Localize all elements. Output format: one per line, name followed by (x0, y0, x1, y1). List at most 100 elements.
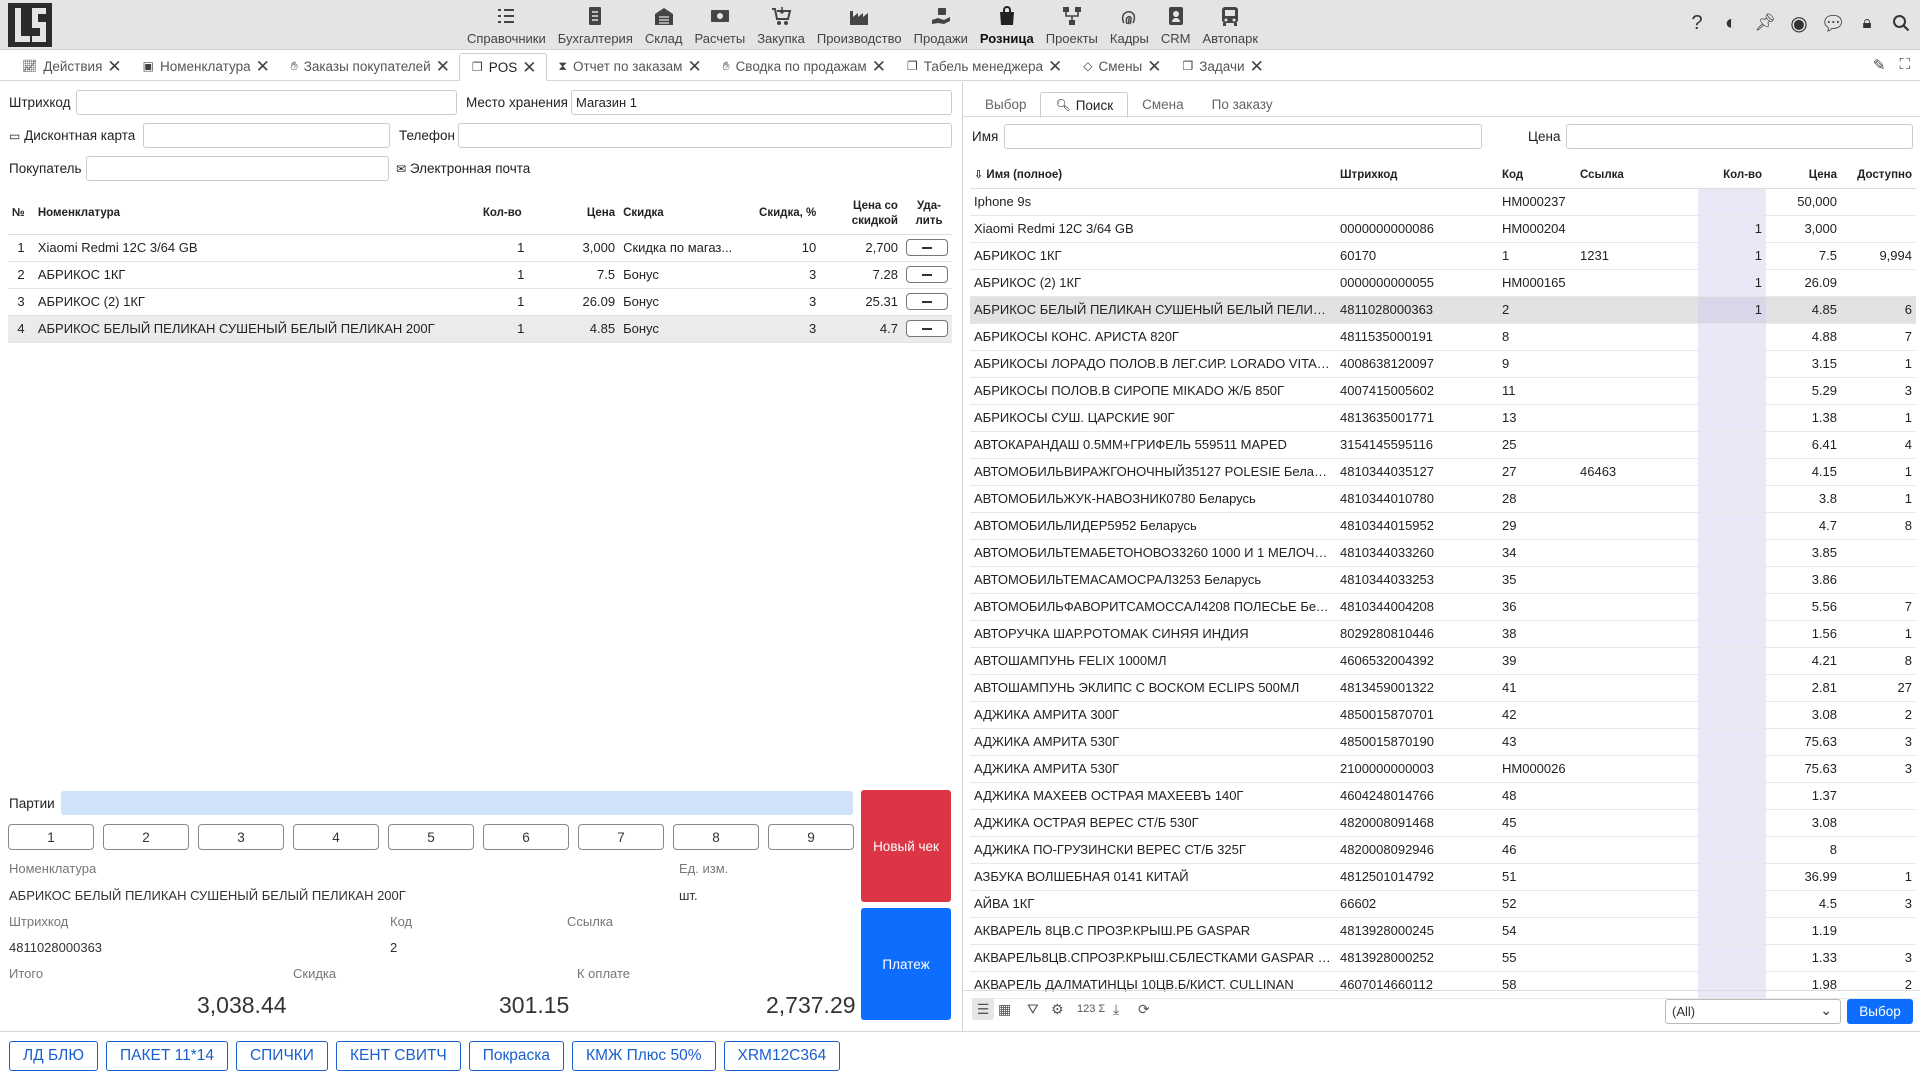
close-icon[interactable]: ✕ (1048, 58, 1062, 75)
nav-item-12[interactable]: Автопарк (1196, 0, 1264, 50)
catalog-col-barcode[interactable]: Штрихкод (1336, 162, 1498, 189)
quick-button-1[interactable]: ЛД БЛЮ (9, 1041, 98, 1071)
catalog-row[interactable]: АБРИКОСЫ СУШ. ЦАРСКИЕ 90Г 4813635001771 13… (970, 404, 1916, 432)
catalog-row[interactable]: АДЖИКА МАХЕЕВ ОСТРАЯ МАХЕЕВЪ 140Г 4604248… (970, 782, 1916, 810)
quick-button-6[interactable]: КМЖ Плюс 50% (572, 1041, 716, 1071)
quick-button-2[interactable]: ПАКЕТ 11*14 (105, 1041, 228, 1071)
storage-input[interactable]: Магазин 1 (571, 90, 952, 115)
catalog-col-available[interactable]: Доступно (1841, 162, 1916, 189)
catalog-row[interactable]: АКВАРЕЛЬ8ЦВ.СПРОЗР.КРЫШ.СБЛЕСТКАМИ GASPA… (970, 944, 1916, 972)
filter-select[interactable]: (All) ⌄ (1665, 999, 1841, 1024)
catalog-row[interactable]: АВТОМОБИЛЬФАВОРИТСАМОССАЛ4208 ПОЛЕСЬЕ Бе… (970, 593, 1916, 621)
close-icon[interactable]: ✕ (1147, 58, 1161, 75)
new-check-button[interactable]: Новый чек (861, 790, 951, 902)
tab-7[interactable]: ❐ Табель менеджера ✕ (895, 52, 1071, 80)
quick-button-3[interactable]: СПИЧКИ (235, 1041, 328, 1071)
numpad-button-6[interactable]: 6 (483, 824, 569, 850)
nav-item-10[interactable]: Кадры (1104, 0, 1155, 50)
numpad-button-1[interactable]: 1 (8, 824, 94, 850)
refresh-icon[interactable]: ⟳ (1138, 1001, 1150, 1018)
tab-2[interactable]: ▣ Номенклатура ✕ (131, 52, 279, 80)
nav-item-7[interactable]: Продажи (908, 0, 974, 50)
close-icon[interactable]: ✕ (687, 58, 701, 75)
nav-item-1[interactable]: Справочники (461, 0, 552, 50)
nav-item-6[interactable]: Производство (811, 0, 908, 50)
catalog-col-qty[interactable]: Кол-во (1698, 162, 1766, 189)
catalog-row[interactable]: АВТОШАМПУНЬ ЭКЛИПС С ВОСКОМ ECLIPS 500МЛ… (970, 674, 1916, 702)
help-icon[interactable]: ? (1686, 12, 1708, 34)
col-qty[interactable]: Кол-во (478, 194, 529, 235)
catalog-col-price[interactable]: Цена (1766, 162, 1841, 189)
catalog-row[interactable]: Xiaomi Redmi 12C 3/64 GB 0000000000086 HM0… (970, 215, 1916, 243)
catalog-row[interactable]: АБРИКОСЫ ПОЛОВ.В СИРОПЕ MIKADO Ж/Б 850Г 4… (970, 377, 1916, 405)
catalog-col-name[interactable]: ⇩ Имя (полное) (970, 162, 1336, 189)
col-discount-pct[interactable]: Скидка, % (750, 194, 821, 235)
catalog-col-code[interactable]: Код (1498, 162, 1576, 189)
tab-6[interactable]: ✋︎ Сводка по продажам ✕ (711, 52, 895, 80)
totals-icon[interactable]: 123 Σ (1077, 1003, 1105, 1015)
catalog-row[interactable]: АЙВА 1КГ 66602 52 4.5 3 (970, 890, 1916, 918)
grid-view-icon[interactable]: ▦ (998, 1001, 1011, 1018)
catalog-row[interactable]: АВТОМОБИЛЬТЕМАБЕТОНОВОЗ3260 1000 И 1 МЕЛ… (970, 539, 1916, 567)
search-price-input[interactable] (1566, 124, 1913, 149)
catalog-tab-3[interactable]: Смена (1128, 91, 1198, 117)
col-price-discounted[interactable]: Цена со скидкой (820, 194, 902, 235)
delete-row-button[interactable] (905, 239, 948, 257)
discount-card-input[interactable] (143, 123, 390, 148)
pin-icon[interactable]: 📌︎ (1754, 12, 1776, 34)
cart-row[interactable]: 2 АБРИКОС 1КГ 1 7.5 Бонус 3 7.28 (8, 261, 952, 289)
download-icon[interactable]: ⤓ (1113, 1001, 1119, 1018)
catalog-row[interactable]: АБРИКОСЫ ЛОРАДО ПОЛОВ.В ЛЕГ.СИР. LORADO … (970, 350, 1916, 378)
nav-item-3[interactable]: Склад (639, 0, 689, 50)
numpad-button-5[interactable]: 5 (388, 824, 474, 850)
cart-row[interactable]: 3 АБРИКОС (2) 1КГ 1 26.09 Бонус 3 25.31 (8, 288, 952, 316)
delete-row-button[interactable] (905, 320, 948, 338)
chat-icon[interactable]: 💬︎ (1820, 12, 1845, 35)
col-price[interactable]: Цена (528, 194, 620, 235)
catalog-row[interactable]: АБРИКОС 1КГ 60170 1 1231 1 7.5 9,994 (970, 242, 1916, 270)
catalog-row[interactable]: АВТОМОБИЛЬЛИДЕР5952 Беларусь 481034401595… (970, 512, 1916, 540)
search-icon[interactable] (1890, 12, 1912, 34)
close-icon[interactable]: ✕ (436, 58, 450, 75)
contrast-icon[interactable]: ◐ (1720, 12, 1742, 34)
numpad-button-4[interactable]: 4 (293, 824, 379, 850)
list-view-icon[interactable]: ☰ (972, 998, 994, 1020)
filter-icon[interactable]: ⛛ (1027, 1001, 1039, 1018)
quick-button-7[interactable]: XRM12C364 (723, 1041, 841, 1071)
catalog-col-link[interactable]: Ссылка (1576, 162, 1698, 189)
search-name-input[interactable] (1004, 124, 1482, 149)
batches-bar[interactable] (61, 791, 853, 815)
catalog-row[interactable]: АБРИКОСЫ КОНС. АРИСТА 820Г 4811535000191 8… (970, 323, 1916, 351)
app-logo-icon[interactable] (8, 3, 52, 47)
catalog-row[interactable]: АДЖИКА АМРИТА 530Г 4850015870190 43 75.63 3 (970, 728, 1916, 756)
nav-item-4[interactable]: Расчеты (688, 0, 751, 50)
catalog-tab-4[interactable]: По заказу (1198, 91, 1287, 117)
buyer-input[interactable] (86, 156, 389, 181)
catalog-row[interactable]: АЗБУКА ВОЛШЕБНАЯ 0141 КИТАЙ 4812501014792… (970, 863, 1916, 891)
tab-1[interactable]: 📈︎ Действия ✕ (10, 52, 131, 80)
catalog-row[interactable]: АВТОШАМПУНЬ FELIX 1000МЛ 4606532004392 39 4… (970, 647, 1916, 675)
edit-icon[interactable]: ✎ (1873, 56, 1886, 74)
nav-item-11[interactable]: CRM (1155, 0, 1197, 50)
close-icon[interactable]: ✕ (256, 58, 270, 75)
select-button[interactable]: Выбор (1847, 999, 1913, 1024)
catalog-row[interactable]: АДЖИКА ПО-ГРУЗИНСКИ ВЕРЕС СТ/Б 325Г 48200… (970, 836, 1916, 864)
catalog-row[interactable]: АКВАРЕЛЬ 8ЦВ.С ПРОЗР.КРЫШ.РБ GASPAR 48139… (970, 917, 1916, 945)
nav-item-5[interactable]: Закупка (751, 0, 811, 50)
close-icon[interactable]: ✕ (522, 59, 536, 76)
nav-item-2[interactable]: Бухгалтерия (552, 0, 639, 50)
barcode-input[interactable] (76, 90, 457, 115)
lock-icon[interactable]: 🔒︎ (1856, 12, 1878, 34)
catalog-row[interactable]: АВТОМОБИЛЬТЕМАСАМОСРАЛ3253 Беларусь 48103… (970, 566, 1916, 594)
col-name[interactable]: Номенклатура (33, 194, 479, 235)
close-icon[interactable]: ✕ (872, 58, 886, 75)
catalog-row[interactable]: АВТОРУЧКА ШАР.POTOMAK СИНЯЯ ИНДИЯ 8029280… (970, 620, 1916, 648)
fullscreen-icon[interactable]: ⛶ (1899, 56, 1910, 74)
numpad-button-9[interactable]: 9 (768, 824, 854, 850)
quick-button-4[interactable]: КЕНТ СВИТЧ (335, 1041, 461, 1071)
catalog-row[interactable]: АВТОМОБИЛЬЖУК-НАВОЗНИК0780 Беларусь 48103… (970, 485, 1916, 513)
tab-5[interactable]: ⧗ Отчет по заказам ✕ (547, 52, 711, 80)
col-discount[interactable]: Скидка (619, 194, 751, 235)
eye-icon[interactable]: ◉ (1788, 12, 1810, 35)
tab-4[interactable]: ❐ POS ✕ (458, 53, 547, 81)
